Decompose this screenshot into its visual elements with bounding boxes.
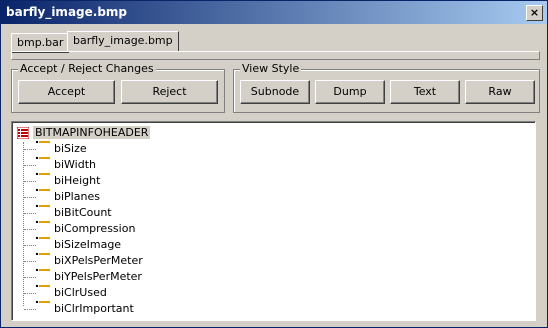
field-icon bbox=[36, 171, 50, 181]
reject-button[interactable]: Reject bbox=[121, 80, 218, 104]
structure-tree[interactable]: BITMAPINFOHEADER biSize biWidth biHeight… bbox=[11, 121, 536, 321]
tab-bmp-bar[interactable]: bmp.bar bbox=[11, 33, 70, 53]
field-icon bbox=[36, 283, 50, 293]
tab-panel bbox=[11, 51, 540, 60]
field-icon bbox=[36, 235, 50, 245]
text-button[interactable]: Text bbox=[390, 80, 460, 104]
field-icon bbox=[36, 187, 50, 197]
field-icon bbox=[36, 139, 50, 149]
tab-barfly-image[interactable]: barfly_image.bmp bbox=[67, 31, 179, 52]
subnode-button[interactable]: Subnode bbox=[240, 80, 310, 104]
accept-reject-label: Accept / Reject Changes bbox=[18, 62, 156, 75]
field-icon bbox=[36, 251, 50, 261]
field-icon bbox=[36, 299, 50, 309]
struct-icon bbox=[17, 127, 29, 139]
title-bar[interactable]: barfly_image.bmp × bbox=[1, 1, 547, 24]
window-title: barfly_image.bmp bbox=[6, 5, 128, 19]
tree-connector bbox=[23, 142, 24, 306]
accept-button[interactable]: Accept bbox=[18, 80, 115, 104]
field-icon bbox=[36, 155, 50, 165]
field-icon bbox=[36, 203, 50, 213]
field-icon bbox=[36, 267, 50, 277]
raw-button[interactable]: Raw bbox=[465, 80, 535, 104]
view-style-label: View Style bbox=[240, 62, 302, 75]
view-style-group: View Style Subnode Dump Text Raw bbox=[233, 62, 540, 113]
tree-root-label: BITMAPINFOHEADER bbox=[33, 126, 151, 139]
accept-reject-group: Accept / Reject Changes Accept Reject bbox=[11, 62, 225, 113]
dump-button[interactable]: Dump bbox=[315, 80, 385, 104]
close-button[interactable]: × bbox=[526, 5, 543, 21]
window: barfly_image.bmp × bmp.bar barfly_image.… bbox=[0, 0, 548, 328]
field-icon bbox=[36, 219, 50, 229]
